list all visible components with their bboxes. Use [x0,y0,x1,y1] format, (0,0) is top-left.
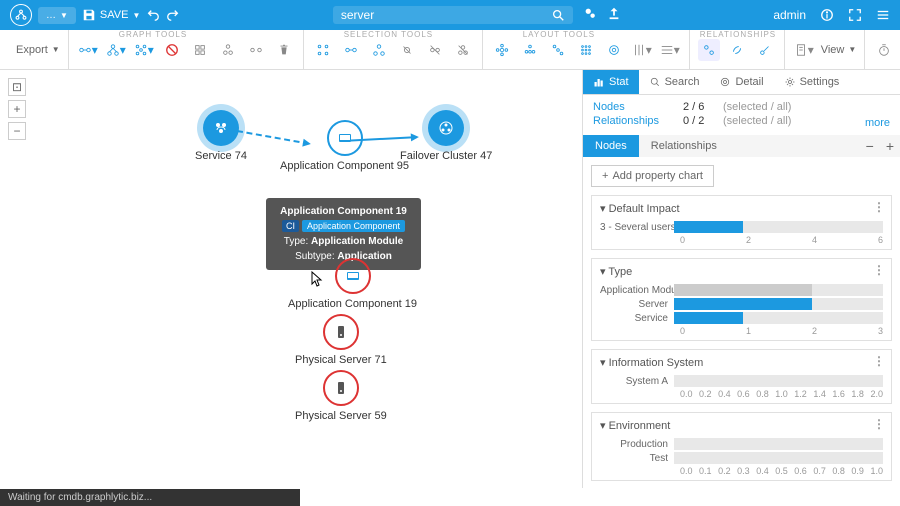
tab-search[interactable]: Search [639,70,710,94]
node-app-component-95[interactable]: Application Component 95 [280,120,409,172]
lay-tool-4[interactable] [575,39,597,61]
graph-tool-3[interactable]: ▾ [133,39,155,61]
sel-tool-1[interactable] [312,39,334,61]
status-bar: Waiting for cmdb.graphlytic.biz... [0,489,300,506]
graph-tool-5[interactable] [217,39,239,61]
toolbar: Export ▼ GRAPH TOOLS ▾ ▾ ▾ SELECTION TOO… [0,30,900,70]
relationships-label: RELATIONSHIPS [700,30,776,39]
graph-tool-1[interactable]: ▾ [77,39,99,61]
tab-stat[interactable]: Stat [583,70,639,94]
gears-icon[interactable] [583,6,597,20]
tab-detail[interactable]: Detail [709,70,773,94]
lay-tool-6[interactable]: ▾ [631,39,653,61]
view-button[interactable]: View ▼ [821,44,857,56]
chart-default-impact: ▾ Default Impact⋮3 - Several users0246 [591,195,892,250]
graph-canvas[interactable]: ⊡ + − Service 74 Application Component 9… [0,70,582,488]
save-button[interactable]: SAVE ▼ [82,8,140,22]
redo-icon[interactable] [166,8,180,22]
chart-information-system: ▾ Information System⋮System A0.00.20.40.… [591,349,892,404]
lay-tool-1[interactable] [491,39,513,61]
tab-settings[interactable]: Settings [774,70,850,94]
graph-tool-4[interactable] [189,39,211,61]
menu-dropdown[interactable]: … ▼ [38,7,76,24]
chart-type: ▾ Type⋮Application ModuleServerService01… [591,258,892,341]
node-physical-server-59[interactable]: Physical Server 59 [295,370,387,422]
chart-menu-icon[interactable]: ⋮ [873,354,885,368]
rel-tool-3[interactable] [754,39,776,61]
sub-tabs: Nodes Relationships − + [583,135,900,157]
sel-tool-5[interactable] [424,39,446,61]
charts-panel: + Add property chart ▾ Default Impact⋮3 … [583,157,900,488]
search-box[interactable] [333,6,573,24]
zoom-out-button[interactable]: − [8,122,26,140]
add-chart-button[interactable]: + Add property chart [591,165,714,187]
sel-tool-3[interactable] [368,39,390,61]
sidebar: Stat Search Detail Settings Nodes2 / 6(s… [582,70,900,488]
doc-icon[interactable]: ▾ [793,39,815,61]
trash-icon[interactable] [273,39,295,61]
subtab-nodes[interactable]: Nodes [583,135,639,157]
collapse-button[interactable]: − [860,138,880,154]
search-icon[interactable] [551,8,565,22]
graph-tools-label: GRAPH TOOLS [119,30,188,39]
chart-environment: ▾ Environment⋮ProductionTest0.00.10.20.3… [591,412,892,481]
lay-tool-2[interactable] [519,39,541,61]
sidebar-tabs: Stat Search Detail Settings [583,70,900,95]
node-app-component-19[interactable]: Application Component 19 [288,258,417,310]
stats-summary: Nodes2 / 6(selected / all) Relationships… [583,95,900,135]
user-label[interactable]: admin [773,8,806,22]
lay-tool-7[interactable]: ▾ [659,39,681,61]
more-link[interactable]: more [865,117,890,129]
rel-tool-1[interactable] [698,39,720,61]
expand-button[interactable]: + [880,138,900,154]
rel-tool-2[interactable] [726,39,748,61]
selection-tools-label: SELECTION TOOLS [344,30,433,39]
zoom-in-button[interactable]: + [8,100,26,118]
sel-tool-2[interactable] [340,39,362,61]
info-icon[interactable] [820,8,834,22]
chart-menu-icon[interactable]: ⋮ [873,200,885,214]
undo-icon[interactable] [146,8,160,22]
sel-tool-6[interactable] [452,39,474,61]
node-physical-server-71[interactable]: Physical Server 71 [295,314,387,366]
graph-tool-6[interactable] [245,39,267,61]
hamburger-icon[interactable] [876,8,890,22]
nodes-stat-label[interactable]: Nodes [593,101,673,113]
lay-tool-5[interactable] [603,39,625,61]
sel-tool-4[interactable] [396,39,418,61]
cursor-icon [310,270,324,288]
graph-tool-2[interactable]: ▾ [105,39,127,61]
rel-stat-label[interactable]: Relationships [593,115,673,127]
fit-button[interactable]: ⊡ [8,78,26,96]
node-service-74[interactable]: Service 74 [195,110,247,162]
chart-menu-icon[interactable]: ⋮ [873,417,885,431]
chart-menu-icon[interactable]: ⋮ [873,263,885,277]
lay-tool-3[interactable] [547,39,569,61]
layout-tools-label: LAYOUT TOOLS [523,30,595,39]
subtab-relationships[interactable]: Relationships [639,135,729,157]
search-input[interactable] [341,8,543,22]
fullscreen-icon[interactable] [848,8,862,22]
top-bar: … ▼ SAVE ▼ admin [0,0,900,30]
app-logo[interactable] [10,4,32,26]
export-button[interactable]: Export ▼ [16,44,60,56]
graph-tool-block[interactable] [161,39,183,61]
upload-icon[interactable] [607,6,621,20]
timer-icon[interactable] [873,39,895,61]
node-failover-cluster-47[interactable]: Failover Cluster 47 [400,110,492,162]
